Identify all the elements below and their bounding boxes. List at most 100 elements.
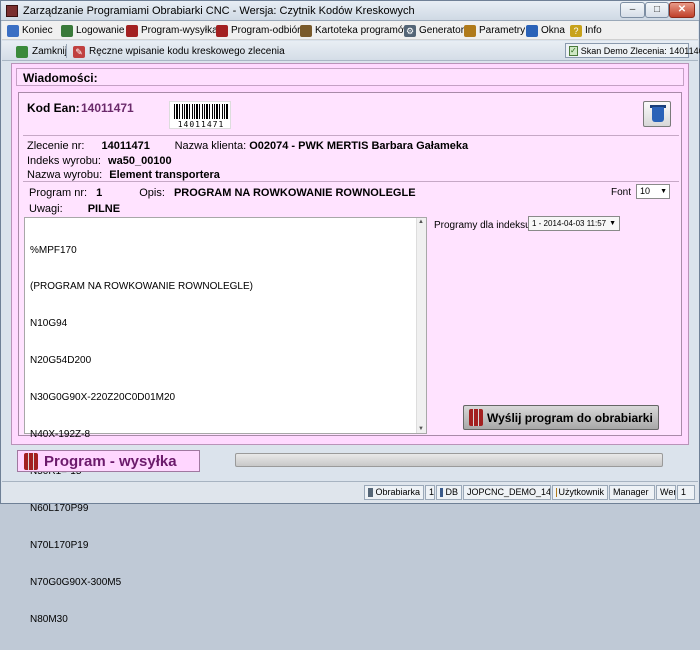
gear-icon: ⚙ [404, 25, 416, 37]
exit-icon [7, 25, 19, 37]
manual-barcode-entry-button[interactable]: ✎ Ręczne wpisanie kodu kreskowego zlecen… [73, 44, 285, 59]
pencil-icon: ✎ [73, 46, 85, 58]
menu-item-label: Program-odbiór [231, 25, 300, 36]
exit-door-icon [16, 46, 28, 58]
font-size-select[interactable]: 10 ▼ [636, 184, 670, 199]
send-program-button[interactable]: Wyślij program do obrabiarki [463, 405, 659, 430]
barcode-bars [174, 104, 228, 119]
status-db-label: DB [436, 485, 462, 500]
programs-for-index-value: 1 - 2014-04-03 11:57 [532, 219, 606, 228]
code-line: N10G94 [30, 318, 253, 330]
menu-item-parametry[interactable]: Parametry [464, 23, 525, 38]
order-row: Zlecenie nr: 14011471 Nazwa klienta: O02… [27, 140, 468, 152]
close-form-label: Zamknij [32, 46, 67, 57]
menu-item-program-odbior[interactable]: Program-odbiór [216, 23, 300, 38]
delete-button[interactable] [643, 101, 671, 127]
close-window-button[interactable]: ✕ [669, 2, 695, 18]
status-user-label: Użytkownik [552, 485, 608, 500]
menu-item-koniec[interactable]: Koniec [7, 23, 53, 38]
status-bar: Obrabiarka 1 DB JOPCNC_DEMO_140410 Użytk… [2, 481, 698, 503]
index-label: Indeks wyrobu: [27, 155, 101, 167]
notes-row: Uwagi: PILNE [29, 203, 120, 215]
manual-entry-label: Ręczne wpisanie kodu kreskowego zlecenia [89, 46, 285, 57]
client-label: Nazwa klienta: [175, 140, 247, 152]
app-window: Zarządzanie Programiami Obrabiarki CNC -… [0, 0, 700, 504]
status-db-label-text: DB [445, 486, 458, 499]
help-icon: ? [570, 25, 582, 37]
mode-indicator: Program - wysyłka [17, 450, 200, 472]
cabinet-icon [300, 25, 312, 37]
scroll-down-icon[interactable]: ▼ [418, 426, 424, 432]
title-bar[interactable]: Zarządzanie Programiami Obrabiarki CNC -… [1, 1, 699, 21]
font-size-value: 10 [640, 186, 650, 196]
programs-for-index-label: Programy dla indeksu: [434, 220, 534, 231]
menu-item-label: Koniec [22, 25, 53, 36]
scan-demo-indicator[interactable]: ✓ Skan Demo Zlecenia: 14011467 [565, 43, 689, 58]
code-line: (PROGRAM NA ROWKOWANIE ROWNOLEGLE) [30, 281, 253, 293]
code-line: %MPF170 [30, 245, 253, 257]
status-machine-label-text: Obrabiarka [375, 486, 420, 499]
status-user-value: Manager [609, 485, 655, 500]
barcode-image: 14011471 [169, 101, 231, 129]
code-line: N40X-192Z-8 [30, 429, 253, 441]
program-code: %MPF170 (PROGRAM NA ROWKOWANIE ROWNOLEGL… [30, 220, 253, 650]
bottom-bar: Program - wysyłka [13, 448, 689, 474]
machine-icon [368, 488, 373, 497]
index-row: Indeks wyrobu: wa50_00100 [27, 155, 172, 167]
app-icon [6, 5, 18, 17]
key-icon [61, 25, 73, 37]
menu-item-logowanie[interactable]: Logowanie [61, 23, 124, 38]
programs-for-index-select[interactable]: 1 - 2014-04-03 11:57 ▼ [528, 216, 620, 231]
order-value: 14011471 [102, 140, 166, 152]
order-label: Zlecenie nr: [27, 140, 84, 152]
product-label: Nazwa wyrobu: [27, 169, 102, 181]
status-ver-label: Wer [656, 485, 676, 500]
minimize-button[interactable]: – [620, 2, 645, 18]
client-value: O02074 - PWK MERTIS Barbara Gałameka [249, 140, 468, 152]
close-form-button[interactable]: Zamknij [16, 44, 67, 59]
scroll-up-icon[interactable]: ▲ [418, 219, 424, 225]
status-machine-value: 1 [425, 485, 435, 500]
vertical-scrollbar[interactable]: ▲ ▼ [416, 218, 426, 433]
product-value: Element transportera [109, 169, 220, 181]
menu-item-label: Parametry [479, 25, 525, 36]
menu-item-label: Okna [541, 25, 565, 36]
messages-bar: Wiadomości: [16, 68, 684, 86]
menu-item-generator[interactable]: ⚙ Generator [404, 23, 464, 38]
code-line: N80M30 [30, 614, 253, 626]
notes-value: PILNE [88, 203, 120, 215]
code-line: N60L170P99 [30, 503, 253, 515]
order-panel: Kod Ean: 14011471 14011471 Zlecenie nr: … [18, 92, 682, 436]
menu-bar: Koniec Logowanie Program-wysyłka Program… [2, 21, 698, 40]
machine-icon [126, 25, 138, 37]
menu-item-label: Program-wysyłka [141, 25, 218, 36]
product-row: Nazwa wyrobu: Element transportera [27, 169, 220, 181]
menu-item-okna[interactable]: Okna [526, 23, 565, 38]
font-label: Font [611, 187, 631, 198]
database-icon [440, 488, 443, 497]
menu-item-label: Kartoteka programów [315, 25, 411, 36]
menu-item-program-wysylka[interactable]: Program-wysyłka [126, 23, 218, 38]
status-db-value: JOPCNC_DEMO_140410 [463, 485, 551, 500]
maximize-button[interactable]: □ [645, 2, 669, 18]
menu-item-info[interactable]: ? Info [570, 23, 602, 38]
check-icon: ✓ [569, 46, 578, 56]
menu-item-label: Info [585, 25, 602, 36]
cnc-machine-icon [469, 409, 483, 426]
notes-label: Uwagi: [29, 203, 63, 215]
trash-icon [652, 107, 664, 122]
menu-item-label: Generator [419, 25, 464, 36]
code-line: N30G0G90X-220Z20C0D01M20 [30, 392, 253, 404]
code-line: N20G54D200 [30, 355, 253, 367]
chevron-down-icon: ▼ [609, 217, 616, 230]
program-row: Program nr: 1 Opis: PROGRAM NA ROWKOWANI… [29, 187, 416, 199]
menu-item-kartoteka[interactable]: Kartoteka programów [300, 23, 411, 38]
send-program-label: Wyślij program do obrabiarki [487, 411, 653, 425]
transfer-progress-bar [235, 453, 663, 467]
menu-item-label: Logowanie [76, 25, 124, 36]
barcode-text: 14011471 [170, 120, 232, 129]
window-title: Zarządzanie Programiami Obrabiarki CNC -… [23, 5, 415, 17]
program-code-textarea[interactable]: %MPF170 (PROGRAM NA ROWKOWANIE ROWNOLEGL… [24, 217, 427, 434]
machine-icon [216, 25, 228, 37]
toolbar-separator [66, 44, 67, 58]
